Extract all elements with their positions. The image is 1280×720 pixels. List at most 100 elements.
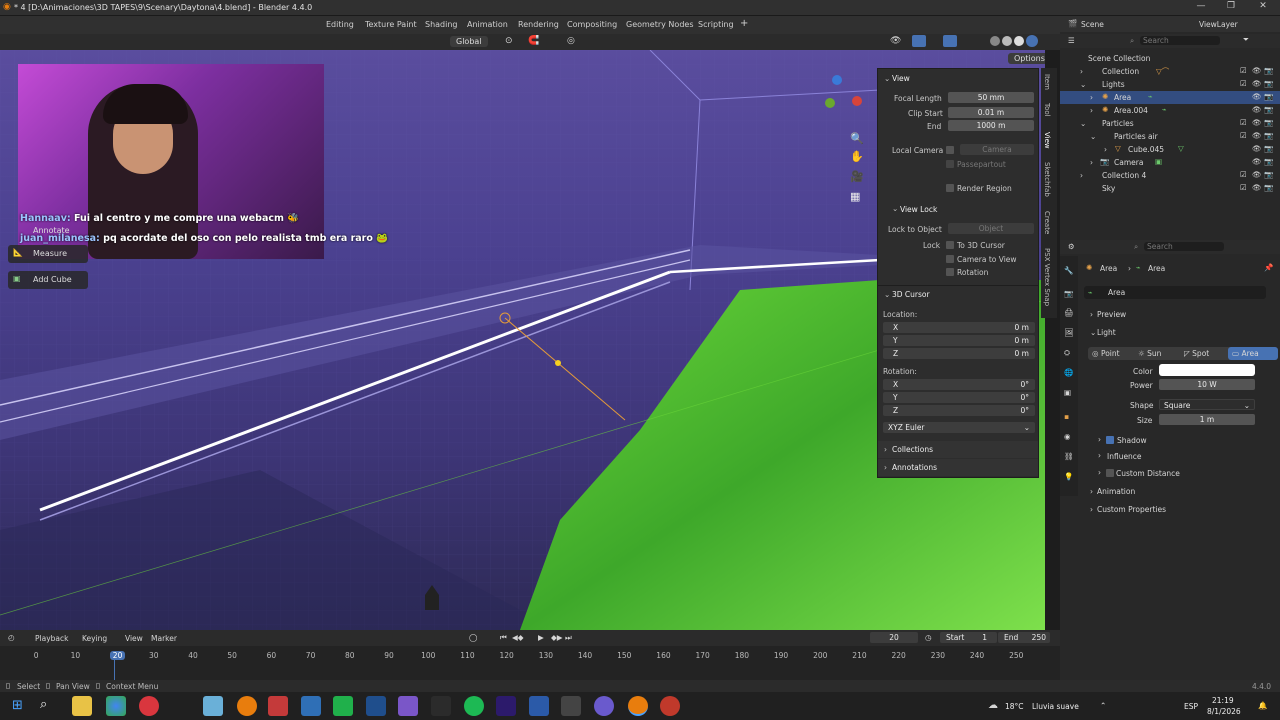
collections-panel[interactable]: › Collections — [878, 441, 1038, 458]
render-icon[interactable]: 📷 — [1264, 118, 1273, 127]
chevron-right-icon[interactable]: › — [1080, 67, 1083, 76]
zoom-icon[interactable]: 🔍 — [850, 132, 864, 145]
camera-field[interactable]: Camera — [960, 144, 1034, 155]
camera-to-view-checkbox[interactable] — [946, 255, 954, 263]
checkbox-icon[interactable]: ☑ — [1240, 118, 1247, 127]
chevron-right-icon[interactable]: › — [1090, 93, 1093, 102]
render-region-checkbox[interactable] — [946, 184, 954, 192]
proportional-edit-icon[interactable]: ◎ — [567, 36, 575, 46]
playback-menu[interactable]: Playback — [35, 634, 68, 643]
discord-icon[interactable] — [594, 696, 614, 716]
custom-properties-panel[interactable]: › Custom Properties — [1084, 503, 1274, 517]
tree-row[interactable]: ⌄ Particles air — [1060, 130, 1280, 143]
tool-annotate[interactable]: Annotate — [8, 222, 88, 240]
tab-sketchfab[interactable]: Sketchfab — [1043, 162, 1051, 197]
color-swatch[interactable] — [1159, 364, 1255, 376]
grid-view-icon[interactable]: ▦ — [850, 190, 860, 203]
after-effects-icon[interactable] — [496, 696, 516, 716]
pan-hand-icon[interactable]: ✋ — [850, 150, 864, 163]
chevron-down-icon[interactable]: ⌄ — [884, 74, 890, 83]
rendered-shading-icon[interactable] — [1026, 35, 1038, 47]
play-icon[interactable]: ▶ — [538, 633, 544, 642]
eye-icon[interactable]: 👁 — [1252, 157, 1262, 166]
render-icon[interactable]: 📷 — [1264, 157, 1273, 166]
camera-view-icon[interactable]: 🎥 — [850, 170, 864, 183]
chevron-right-icon[interactable]: › — [1090, 106, 1093, 115]
weather-desc[interactable]: Lluvia suave — [1032, 702, 1079, 711]
influence-panel[interactable]: › Influence — [1096, 450, 1256, 463]
vscode-icon[interactable] — [366, 696, 386, 716]
lock-object-field[interactable]: Object — [948, 223, 1034, 234]
playhead[interactable]: 20 — [109, 651, 126, 660]
davinci-icon[interactable] — [431, 696, 451, 716]
scene-tab-icon[interactable]: ⛭ — [1064, 348, 1070, 358]
render-icon[interactable]: 📷 — [1264, 144, 1273, 153]
chevron-down-icon[interactable]: ⌄ — [884, 290, 890, 299]
checkbox-icon[interactable]: ☑ — [1240, 170, 1247, 179]
view-lock-title[interactable]: View Lock — [900, 205, 937, 214]
weather-temp[interactable]: 18°C — [1005, 702, 1024, 711]
physics-tab-icon[interactable]: ◉ — [1064, 432, 1071, 441]
annotations-panel[interactable]: › Annotations — [878, 459, 1038, 476]
timeline-ruler[interactable]: 0 10 20 30 40 50 60 70 80 90 100 110 120 130 140 150 160… — [0, 646, 1060, 680]
wireframe-shading-icon[interactable] — [990, 36, 1000, 46]
scene-name[interactable]: Scene — [1081, 20, 1104, 29]
eye-icon[interactable]: 👁 — [1252, 183, 1262, 192]
tab-texture-paint[interactable]: Texture Paint — [365, 20, 417, 29]
chevron-down-icon[interactable]: ⌄ — [892, 204, 898, 213]
tool-measure[interactable]: 📐 Measure — [8, 245, 88, 263]
spot-light-option[interactable]: ◸ Spot — [1184, 349, 1209, 358]
properties-editor-icon[interactable]: ⚙ — [1068, 242, 1075, 251]
word-icon[interactable] — [529, 696, 549, 716]
rotation-x-field[interactable]: X 0° — [883, 379, 1035, 390]
language-indicator[interactable]: ESP — [1184, 702, 1198, 711]
marker-menu[interactable]: Marker — [151, 634, 177, 643]
checkbox-icon[interactable]: ☑ — [1240, 79, 1247, 88]
tree-row[interactable]: › 📷 Camera ▣ — [1060, 156, 1280, 169]
eye-icon[interactable]: 👁 — [1252, 118, 1262, 127]
tree-row[interactable]: ⌄ Lights — [1060, 78, 1280, 91]
clock-date[interactable]: 8/1/2026 — [1207, 707, 1241, 716]
chevron-down-icon[interactable]: ⌄ — [1080, 119, 1086, 128]
eye-icon[interactable]: 👁 — [1252, 131, 1262, 140]
axis-z-icon[interactable] — [832, 75, 842, 85]
render-icon[interactable]: 📷 — [1264, 92, 1273, 101]
chrome-icon[interactable] — [106, 696, 126, 716]
local-camera-checkbox[interactable] — [946, 146, 954, 154]
shadow-checkbox[interactable] — [1106, 436, 1114, 444]
rotation-mode-dropdown[interactable]: XYZ Euler ⌄ — [883, 422, 1035, 433]
gizmo-toggle-icon[interactable] — [912, 35, 926, 47]
eye-icon[interactable]: 👁 — [1252, 144, 1262, 153]
jump-end-icon[interactable]: ⏭ — [565, 633, 572, 643]
render-icon[interactable]: 📷 — [1264, 170, 1273, 179]
animation-panel[interactable]: › Animation — [1084, 485, 1274, 499]
options-button[interactable]: Options — [1008, 53, 1045, 64]
eye-icon[interactable]: 👁 — [1252, 66, 1262, 75]
custom-distance-checkbox[interactable] — [1106, 469, 1114, 477]
photos-icon[interactable] — [301, 696, 321, 716]
datablock-selector[interactable]: ⌁ Area — [1084, 286, 1266, 299]
blender-active-icon[interactable] — [628, 696, 648, 716]
file-explorer-icon[interactable] — [72, 696, 92, 716]
tab-compositing[interactable]: Compositing — [567, 20, 617, 29]
tree-row[interactable]: › ✺ Area.004 ⌁ — [1060, 104, 1280, 117]
constraints-tab-icon[interactable]: ⛓ — [1064, 452, 1074, 461]
power-field[interactable]: 10 W — [1159, 379, 1255, 390]
tree-row[interactable]: › Collection 4 — [1060, 169, 1280, 182]
tab-shading[interactable]: Shading — [425, 20, 458, 29]
chevron-right-icon[interactable]: › — [1090, 158, 1093, 167]
clock-icon[interactable]: ◴ — [8, 633, 15, 642]
outliner-editor-icon[interactable]: ☰ — [1068, 36, 1075, 45]
material-shading-icon[interactable] — [1014, 36, 1024, 46]
tab-scripting[interactable]: Scripting — [698, 20, 734, 29]
world-tab-icon[interactable]: 🌐 — [1064, 368, 1073, 377]
overlay-toggle-icon[interactable] — [943, 35, 957, 47]
properties-search-input[interactable]: Search — [1144, 242, 1224, 251]
close-button[interactable]: ✕ — [1252, 1, 1274, 14]
next-keyframe-icon[interactable]: ◆▶ — [551, 633, 563, 642]
shape-dropdown[interactable]: Square ⌄ — [1159, 399, 1255, 410]
tree-row[interactable]: Scene Collection — [1060, 52, 1280, 65]
tree-row[interactable]: › ▽ Cube.045 ▽ — [1060, 143, 1280, 156]
checkbox-icon[interactable]: ☑ — [1240, 66, 1247, 75]
custom-distance-panel[interactable]: › Custom Distance — [1096, 467, 1256, 480]
